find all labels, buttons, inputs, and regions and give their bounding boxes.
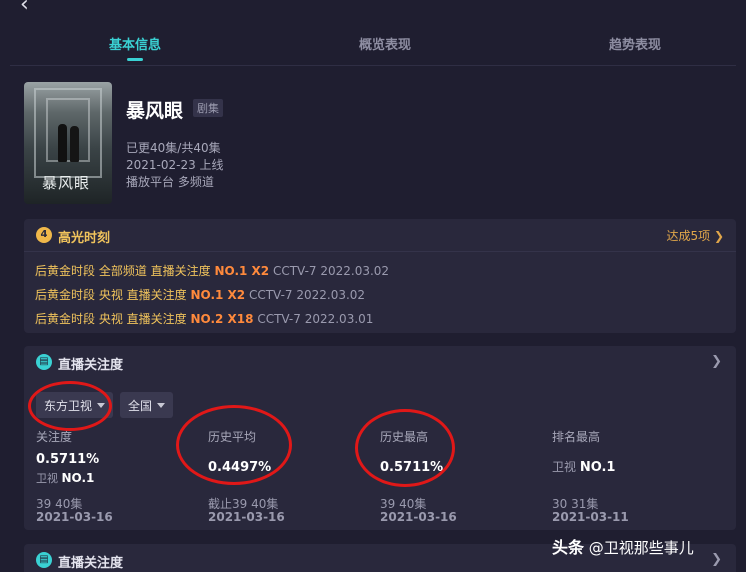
highlight-row: 后黄金时段 全部频道 直播关注度 NO.1 X2 CCTV-7 2022.03.… — [35, 264, 390, 278]
active-tab-indicator — [127, 58, 143, 61]
highlights-more-link[interactable]: 达成5项 ❯ — [666, 227, 724, 244]
tab-bar: 基本信息 概览表现 趋势表现 — [10, 28, 736, 66]
highlight-row: 后黄金时段 央视 直播关注度 NO.1 X2 CCTV-7 2022.03.02 — [35, 288, 366, 302]
poster-title: 暴风眼 — [42, 174, 91, 192]
poster-figure — [70, 126, 79, 162]
chevron-right-icon[interactable]: ❯ — [711, 552, 722, 567]
release-date: 2021-02-23 上线 — [126, 158, 224, 172]
annotation-circle — [176, 405, 292, 485]
highlights-title: 高光时刻 — [58, 231, 111, 246]
stat-value: 0.5711% — [36, 452, 100, 467]
highlights-header: 4 高光时刻 达成5项 ❯ — [24, 219, 736, 252]
tab-basic-info[interactable]: 基本信息 — [109, 34, 161, 53]
stat-rank: 卫视 NO.1 — [552, 460, 616, 475]
stat-rank: 卫视 NO.1 — [36, 471, 95, 485]
chevron-down-icon — [157, 403, 166, 408]
highlight-row: 后黄金时段 央视 直播关注度 NO.2 X18 CCTV-7 2022.03.0… — [35, 312, 374, 326]
show-title: 暴风眼 — [126, 100, 184, 122]
show-type-badge: 剧集 — [193, 99, 223, 117]
live-attention-title: 直播关注度 — [58, 556, 124, 571]
poster-figure — [58, 124, 67, 162]
region-select[interactable]: 全国 — [120, 392, 174, 418]
live-attention-header: ▤ 直播关注度 ❯ — [24, 346, 736, 379]
stat-date: 2021-03-16 — [208, 510, 285, 524]
stat-date: 2021-03-11 — [552, 510, 629, 524]
platform-info: 播放平台 多频道 — [126, 175, 214, 189]
chart-icon: ▤ — [36, 354, 52, 370]
show-poster[interactable]: 暴风眼 — [24, 82, 112, 204]
chart-icon: ▤ — [36, 552, 52, 568]
chevron-right-icon[interactable]: ❯ — [711, 354, 722, 369]
chevron-right-icon: ❯ — [713, 229, 724, 243]
tab-trends[interactable]: 趋势表现 — [609, 34, 661, 53]
highlight-number-icon: 4 — [36, 227, 52, 243]
stat-date: 2021-03-16 — [380, 510, 457, 524]
episode-count: 已更40集/共40集 — [126, 141, 221, 155]
annotation-circle — [355, 409, 455, 487]
back-arrow-icon[interactable]: ‹ — [20, 0, 29, 16]
stat-rank-high: 排名最高 卫视 NO.1 30 31集 2021-03-11 — [552, 428, 722, 524]
watermark: 头条 @卫视那些事儿 — [552, 538, 694, 557]
poster-corridor-inner — [46, 98, 90, 162]
annotation-circle — [28, 381, 112, 431]
stat-label: 排名最高 — [552, 430, 601, 444]
tab-overview[interactable]: 概览表现 — [359, 34, 411, 53]
stat-date: 2021-03-16 — [36, 510, 113, 524]
live-attention-title: 直播关注度 — [58, 358, 124, 373]
highlights-card: 4 高光时刻 达成5项 ❯ 后黄金时段 全部频道 直播关注度 NO.1 X2 C… — [24, 219, 736, 333]
